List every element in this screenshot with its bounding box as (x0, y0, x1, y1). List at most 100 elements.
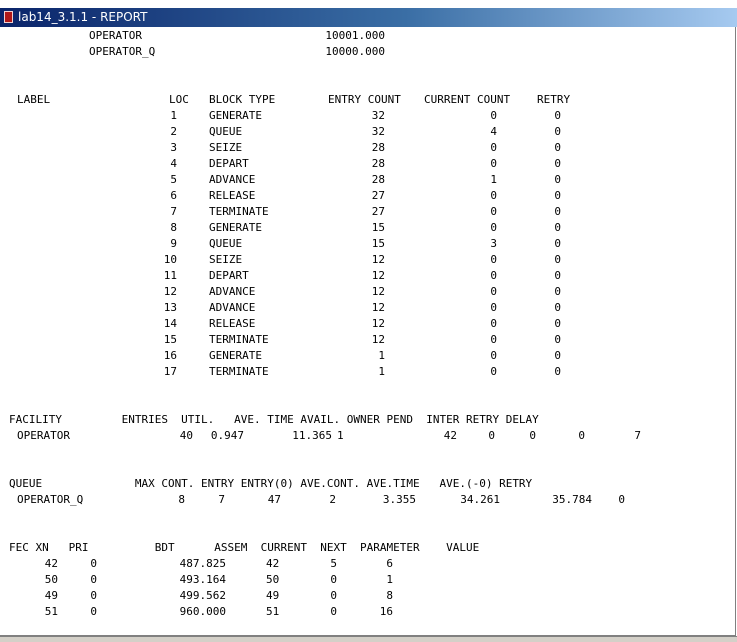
block-retry: 0 (554, 237, 561, 250)
block-type: TERMINATE (209, 333, 269, 346)
fec-assem: 49 (266, 589, 280, 602)
block-current-count: 0 (490, 285, 497, 298)
block-entry-count: 12 (371, 269, 385, 282)
block-entry-count: 32 (371, 109, 385, 122)
facility-inter: 0 (529, 429, 536, 442)
queue-entry: 47 (267, 493, 281, 506)
block-entry-count: 32 (371, 125, 385, 138)
fec-pri: 0 (90, 605, 97, 618)
app-icon[interactable] (4, 11, 13, 23)
block-current-count: 1 (490, 173, 497, 186)
block-current-count: 0 (490, 109, 497, 122)
facility-pend: 0 (488, 429, 495, 442)
fec-current: 0 (330, 573, 337, 586)
block-current-count: 0 (490, 349, 497, 362)
block-type: TERMINATE (209, 365, 269, 378)
block-entry-count: 27 (371, 189, 385, 202)
block-type: TERMINATE (209, 205, 269, 218)
block-type: RELEASE (209, 189, 256, 202)
fec-assem: 42 (266, 557, 280, 570)
block-current-count: 0 (490, 365, 497, 378)
block-entry-count: 12 (371, 317, 385, 330)
facility-header: FACILITY ENTRIES UTIL. AVE. TIME AVAIL. … (9, 413, 539, 426)
block-retry: 0 (554, 285, 561, 298)
block-type: GENERATE (209, 349, 262, 362)
storage-value: 10001.000 (325, 29, 385, 42)
facility-ave-time: 11.365 (292, 429, 332, 442)
block-current-count: 0 (490, 221, 497, 234)
title-bar[interactable]: lab14_3.1.1 - REPORT (0, 8, 737, 27)
block-current-count: 0 (490, 157, 497, 170)
block-retry: 0 (554, 333, 561, 346)
report-content: OPERATOR 10001.000 OPERATOR_Q 10000.000 … (0, 27, 735, 636)
block-entry-count: 12 (371, 285, 385, 298)
storage-value: 10000.000 (325, 45, 385, 58)
block-loc: 11 (163, 269, 177, 282)
fec-next: 8 (386, 589, 393, 602)
window-title: lab14_3.1.1 - REPORT (18, 10, 148, 24)
block-type: SEIZE (209, 253, 243, 266)
block-type: DEPART (209, 157, 249, 170)
block-current-count: 0 (490, 205, 497, 218)
queue-ave-cont: 3.355 (382, 493, 416, 506)
facility-name: OPERATOR (17, 429, 70, 442)
block-entry-count: 12 (371, 333, 385, 346)
block-entry-count: 1 (378, 349, 385, 362)
block-type: ADVANCE (209, 301, 256, 314)
block-retry: 0 (554, 349, 561, 362)
fec-current: 0 (330, 605, 337, 618)
fec-next: 1 (386, 573, 393, 586)
queue-entry0: 2 (329, 493, 336, 506)
block-retry: 0 (554, 253, 561, 266)
fec-xn: 51 (44, 605, 58, 618)
block-current-count: 0 (490, 301, 497, 314)
block-retry: 0 (554, 269, 561, 282)
block-type: ADVANCE (209, 173, 256, 186)
block-loc: 8 (170, 221, 177, 234)
fec-pri: 0 (90, 557, 97, 570)
fec-assem: 50 (266, 573, 280, 586)
block-entry-count: 28 (371, 157, 385, 170)
queue-ave-0: 35.784 (552, 493, 592, 506)
block-type: DEPART (209, 269, 249, 282)
storage-name: OPERATOR_Q (89, 45, 156, 58)
block-current-count: 0 (490, 189, 497, 202)
block-entry-count: 27 (371, 205, 385, 218)
block-current-count: 4 (490, 125, 497, 138)
block-loc: 17 (163, 365, 177, 378)
block-type: GENERATE (209, 109, 262, 122)
block-loc: 13 (163, 301, 177, 314)
facility-retry: 0 (578, 429, 585, 442)
facility-avail: 1 (337, 429, 344, 442)
block-loc: 4 (170, 157, 177, 170)
queue-name: OPERATOR_Q (17, 493, 84, 506)
fec-current: 5 (330, 557, 337, 570)
block-loc: 15 (163, 333, 177, 346)
blocks-header-label: LABEL (17, 93, 51, 106)
block-entry-count: 15 (371, 221, 385, 234)
block-entry-count: 12 (371, 301, 385, 314)
block-retry: 0 (554, 301, 561, 314)
block-type: QUEUE (209, 237, 243, 250)
block-entry-count: 28 (371, 141, 385, 154)
blocks-header-entry-count: ENTRY COUNT (328, 93, 401, 106)
block-entry-count: 12 (371, 253, 385, 266)
storage-name: OPERATOR (89, 29, 142, 42)
queue-ave-time: 34.261 (460, 493, 500, 506)
block-entry-count: 1 (378, 365, 385, 378)
block-loc: 6 (170, 189, 177, 202)
block-loc: 10 (163, 253, 177, 266)
block-retry: 0 (554, 365, 561, 378)
block-loc: 9 (170, 237, 177, 250)
block-type: SEIZE (209, 141, 243, 154)
block-loc: 12 (163, 285, 177, 298)
queue-max: 8 (178, 493, 185, 506)
fec-assem: 51 (266, 605, 280, 618)
block-type: ADVANCE (209, 285, 256, 298)
block-retry: 0 (554, 173, 561, 186)
block-loc: 5 (170, 173, 177, 186)
block-retry: 0 (554, 317, 561, 330)
fec-bdt: 960.000 (179, 605, 226, 618)
fec-next: 16 (379, 605, 393, 618)
blocks-header-current-count: CURRENT COUNT (424, 93, 511, 106)
